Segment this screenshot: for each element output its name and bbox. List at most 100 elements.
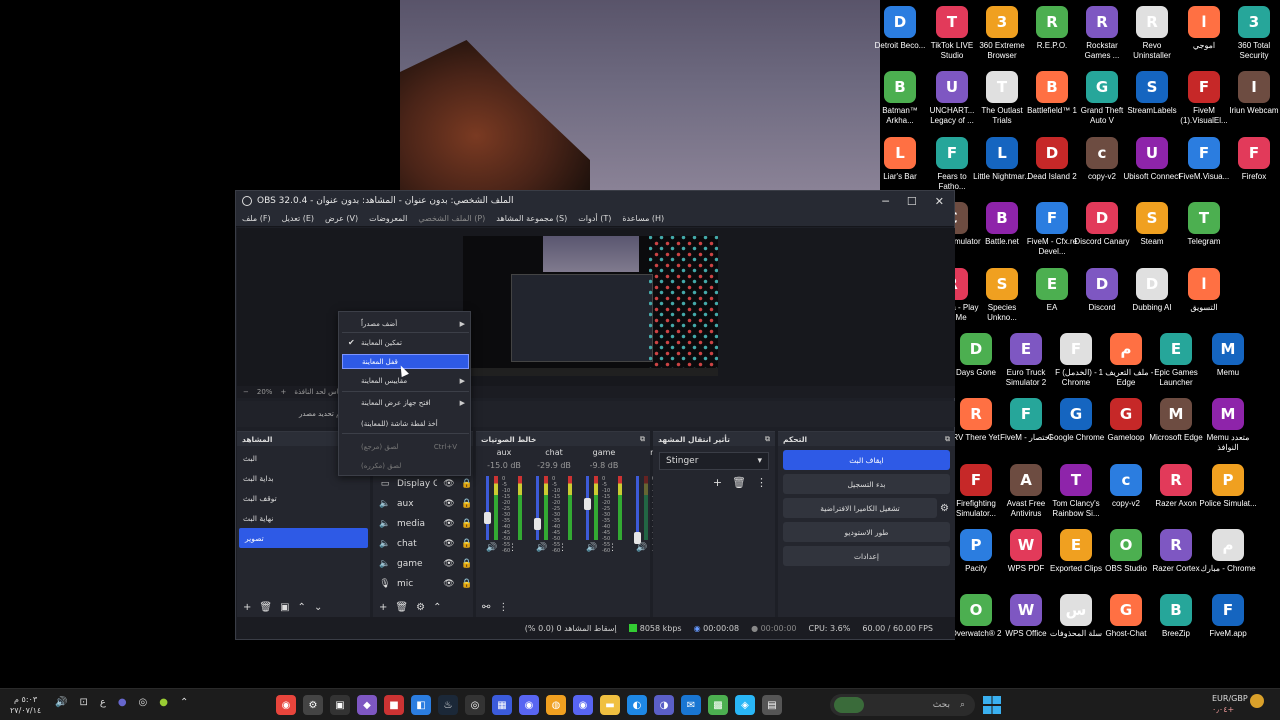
chrome-icon[interactable]: ◉ (276, 695, 296, 715)
volume-fader[interactable] (536, 476, 539, 540)
desktop-icon[interactable]: T The Outlast Trials (976, 71, 1028, 126)
desktop-icon[interactable]: F FiveM.Visua... (1178, 137, 1230, 182)
desktop-icon[interactable]: M Memu متعدد النوافذ (1202, 398, 1254, 453)
mixer-link-icon[interactable]: ⚯ (482, 602, 490, 613)
channel-menu-icon[interactable]: ⋮ (558, 543, 567, 553)
source-item[interactable]: 🔈 media 👁 🔒 (373, 514, 473, 534)
desktop-icon[interactable]: E EA (1026, 268, 1078, 313)
desktop-icon[interactable]: E Exported Clips (1050, 529, 1102, 574)
visibility-eye-icon[interactable]: 👁 (443, 479, 455, 489)
lock-icon[interactable]: 🔒 (461, 579, 473, 589)
volume-fader[interactable] (636, 476, 639, 540)
preview-canvas[interactable] (463, 236, 718, 376)
desktop-icon[interactable]: R Razer Axon (1150, 464, 1202, 509)
source-settings-icon[interactable]: ⚙ (416, 602, 425, 613)
terminal-icon[interactable]: ▣ (330, 695, 350, 715)
desktop-icon[interactable]: W WPS PDF (1000, 529, 1052, 574)
desktop-icon[interactable]: م ملف التعريف 1 - Edge (1099, 333, 1153, 388)
desktop-icon[interactable]: U Ubisoft Connect (1124, 137, 1180, 182)
menu-item[interactable]: ملف (F) (242, 214, 271, 223)
desktop-icon[interactable]: T Tom Clancy's Rainbow Si... (1050, 464, 1102, 519)
fx-widget[interactable]: EUR/GBP ٠٫٠٤+ (1212, 693, 1248, 715)
visibility-eye-icon[interactable]: 👁 (443, 499, 455, 509)
desktop-icon[interactable]: D Discord Canary (1074, 202, 1130, 247)
desktop-icon[interactable]: B BreeZip (1150, 594, 1202, 639)
fader-knob[interactable] (534, 518, 541, 530)
desktop-icon[interactable]: S Steam (1126, 202, 1178, 247)
settings-icon[interactable]: ⚙ (303, 695, 323, 715)
scene-item[interactable]: نهاية البث (237, 508, 370, 528)
minimize-button[interactable]: ─ (882, 195, 889, 208)
search-box[interactable]: بحث ⌕ (830, 694, 975, 716)
desktop-icon[interactable]: R R.E.P.O. (1026, 6, 1078, 51)
copilot-icon[interactable]: ◈ (735, 695, 755, 715)
source-up-icon[interactable]: ⌃ (433, 602, 441, 613)
desktop-icon[interactable]: P Pacify (950, 529, 1002, 574)
desktop-icon[interactable]: B Battle.net (976, 202, 1028, 247)
desktop-icon[interactable]: E Epic Games Launcher (1150, 333, 1202, 388)
transition-menu-icon[interactable]: ⋮ (756, 476, 767, 489)
steam-icon[interactable]: ♨ (438, 695, 458, 715)
app-icon[interactable]: ▤ (762, 695, 782, 715)
lock-icon[interactable]: 🔒 (461, 499, 473, 509)
zoom-fit-button[interactable]: قياس لحد النافذة (294, 388, 344, 396)
desktop-icon[interactable]: F Fears to Fatho... (926, 137, 978, 192)
add-scene-icon[interactable]: + (243, 602, 251, 613)
lock-icon[interactable]: 🔒 (461, 559, 473, 569)
mail-icon[interactable]: ✉ (681, 695, 701, 715)
windows-start-icon[interactable] (983, 696, 1001, 714)
mixer-popout-icon[interactable]: ⧉ (640, 435, 645, 444)
desktop-icon[interactable]: I Iriun Webcam (1228, 71, 1280, 116)
menu-item[interactable]: مساعدة (H) (622, 214, 664, 223)
tool-icon[interactable]: ◧ (411, 695, 431, 715)
start-recording-button[interactable]: بدء التسجيل (783, 474, 950, 494)
context-menu-item[interactable]: أخذ لقطة شاشة (للمعاينة) (342, 416, 469, 431)
source-item[interactable]: 🎙 mic 👁 🔒 (373, 574, 473, 594)
filter-scene-icon[interactable]: ▣ (280, 602, 289, 613)
desktop-icon[interactable]: c copy-v2 (1100, 464, 1152, 509)
scene-item[interactable]: توقف البث (237, 488, 370, 508)
tray-expand-icon[interactable]: ⌃ (180, 697, 188, 708)
discord-icon[interactable]: ◉ (519, 695, 539, 715)
menu-item[interactable]: الملف الشخصي (P) (418, 214, 485, 223)
fader-knob[interactable] (584, 498, 591, 511)
desktop-icon[interactable]: D Discord (1076, 268, 1128, 313)
explorer-icon[interactable]: ▬ (600, 695, 620, 715)
desktop-icon[interactable]: F FiveM.app (1202, 594, 1254, 639)
volume-fader[interactable] (486, 476, 489, 540)
source-item[interactable]: 🔈 aux 👁 🔒 (373, 494, 473, 514)
desktop-icon[interactable]: FF (الخدمل) - Chrome (1050, 333, 1102, 388)
mute-speaker-icon[interactable]: 🔊 (636, 543, 647, 553)
add-source-icon[interactable]: + (379, 602, 387, 613)
app-icon[interactable]: ◆ (357, 695, 377, 715)
remove-source-icon[interactable]: 🗑 (395, 602, 408, 613)
desktop-icon[interactable]: S Species Unkno... (976, 268, 1028, 323)
desktop-icon[interactable]: F FiveM - Cfx.re Devel... (1026, 202, 1078, 257)
desktop-icon[interactable]: R Rockstar Games ... (1076, 6, 1128, 61)
desktop-icon[interactable]: P Police Simulat... (1199, 464, 1257, 509)
desktop-icon[interactable]: S StreamLabels (1126, 71, 1178, 116)
maximize-button[interactable]: ☐ (907, 195, 917, 208)
desktop-icon[interactable]: D Days Gone (950, 333, 1002, 378)
mute-speaker-icon[interactable]: 🔊 (536, 543, 547, 553)
desktop-icon[interactable]: D Dead Island 2 (1026, 137, 1078, 182)
desktop-icon[interactable]: W WPS Office (1000, 594, 1052, 639)
tray-obs-icon[interactable]: ◎ (139, 697, 148, 708)
desktop-icon[interactable]: R Razer Cortex (1150, 529, 1202, 574)
channel-menu-icon[interactable]: ⋮ (508, 543, 517, 553)
tray-app-icon[interactable]: ● (118, 697, 127, 708)
menu-item[interactable]: المعروضات (369, 214, 407, 223)
context-menu-item[interactable]: افتح جهاز عرض المعاينة ▶ (342, 395, 469, 410)
desktop-icon[interactable]: 3 360 Total Security (1228, 6, 1280, 61)
controls-popout-icon[interactable]: ⧉ (945, 435, 950, 444)
mute-speaker-icon[interactable]: 🔊 (586, 543, 597, 553)
clock[interactable]: ٥:٠٣ م ٢٧/٠٧/١٤ (10, 694, 41, 716)
source-item[interactable]: ▭ Display Ca 👁 🔒 (373, 474, 473, 494)
desktop-icon[interactable]: D Detroit Beco... (874, 6, 926, 51)
lock-icon[interactable]: 🔒 (461, 519, 473, 529)
visibility-eye-icon[interactable]: 👁 (443, 579, 455, 589)
context-menu-item[interactable]: تمكين المعاينة ✔ (342, 335, 469, 350)
edge-icon[interactable]: ◐ (627, 695, 647, 715)
desktop-icon[interactable]: U UNCHART... Legacy of ... (926, 71, 978, 126)
move-up-icon[interactable]: ⌃ (298, 602, 306, 613)
